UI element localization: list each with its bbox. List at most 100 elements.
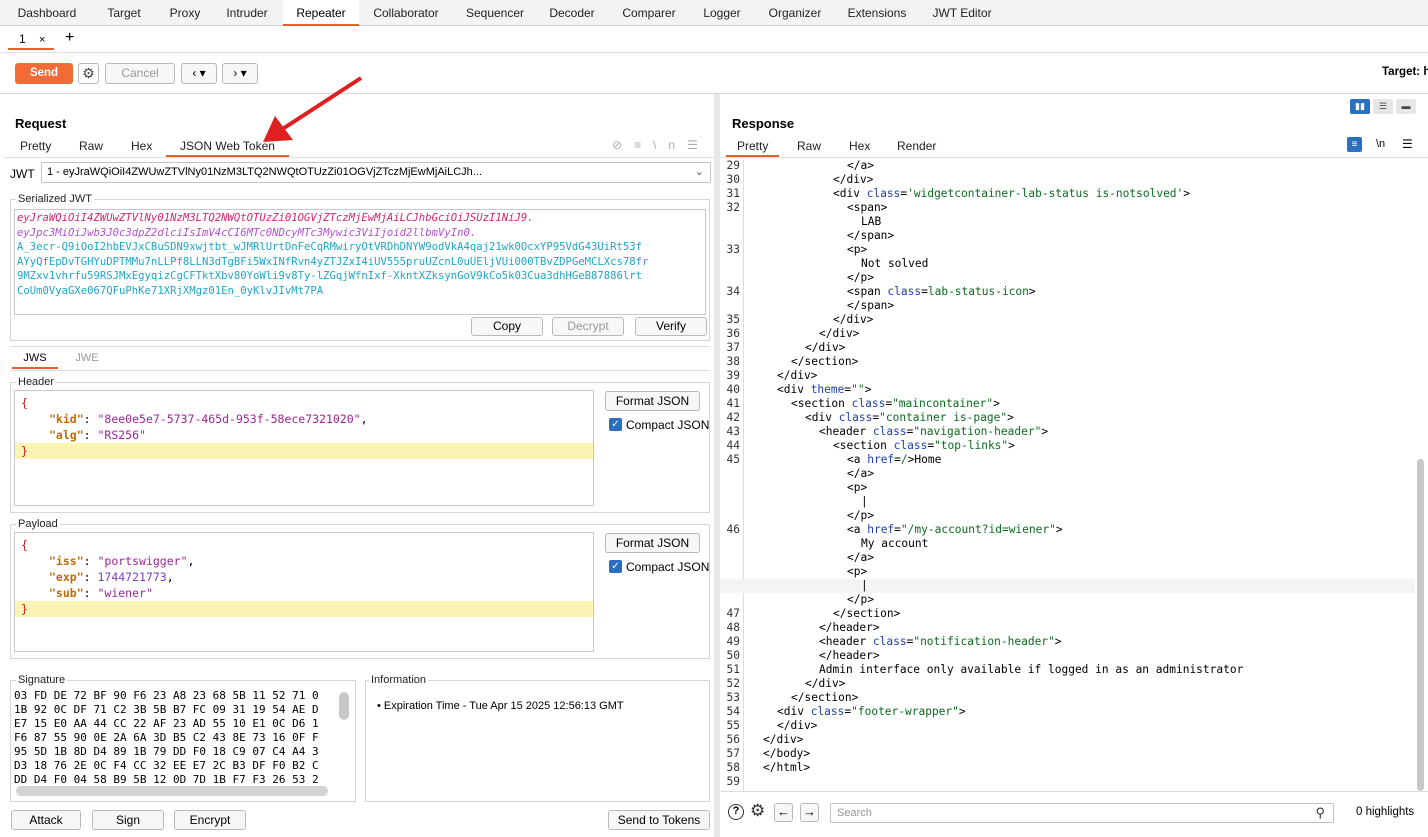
code-token: <div xyxy=(805,411,839,424)
back-history-button[interactable]: ‹ ▾ xyxy=(181,63,217,84)
gear-icon[interactable]: ⚙ xyxy=(750,801,765,821)
split-vertical-icon[interactable]: ☰ xyxy=(1373,99,1393,114)
attack-button[interactable]: Attack xyxy=(11,810,81,830)
close-icon[interactable]: × xyxy=(39,34,45,46)
tab-repeater[interactable]: Repeater xyxy=(283,0,359,26)
tab-dashboard[interactable]: Dashboard xyxy=(7,0,87,26)
code-text: </body> xyxy=(763,747,810,761)
code-line: 59 xyxy=(720,775,1415,789)
code-text: </a> xyxy=(847,551,874,565)
tab-target[interactable]: Target xyxy=(93,0,155,26)
tab-proxy[interactable]: Proxy xyxy=(160,0,210,26)
line-number: 58 xyxy=(726,761,740,774)
code-text: Admin interface only available if logged… xyxy=(819,663,1243,677)
signature-hex-view[interactable]: 03 FD DE 72 BF 90 F6 23 A8 23 68 5B 11 5… xyxy=(12,688,352,784)
tabs-layout-icon[interactable]: ▬ xyxy=(1396,99,1416,114)
menu-icon[interactable]: ☰ xyxy=(1402,137,1413,151)
tab-extensions[interactable]: Extensions xyxy=(837,0,917,26)
tab-pretty[interactable]: Pretty xyxy=(20,139,51,153)
vertical-scrollbar[interactable] xyxy=(1417,459,1424,791)
code-line: 39 </div> xyxy=(720,369,1415,383)
code-token: </div> xyxy=(819,327,860,340)
json-key: "iss" xyxy=(49,554,84,568)
code-token: lab-status-icon xyxy=(927,285,1029,298)
tab-jwt-editor[interactable]: JWT Editor xyxy=(922,0,1002,26)
toolbar: Send ⚙ Cancel ‹ ▾ › ▾ Target: h xyxy=(0,54,1428,94)
json-comma: , xyxy=(166,570,174,584)
hex-row: DD D4 F0 04 58 B9 5B 12 0D 7D 1B F7 F3 2… xyxy=(14,773,319,784)
code-line: 44 <section class="top-links"> xyxy=(720,439,1415,453)
repeater-tab-1[interactable]: 1 × xyxy=(8,30,54,50)
decrypt-button[interactable]: Decrypt xyxy=(552,317,624,336)
tab-decoder[interactable]: Decoder xyxy=(541,0,603,26)
tab-jws[interactable]: JWS xyxy=(12,349,58,369)
code-text: </p> xyxy=(847,509,874,523)
line-number: 33 xyxy=(726,243,740,256)
code-text: </div> xyxy=(777,369,817,383)
verify-button[interactable]: Verify xyxy=(635,317,707,336)
horizontal-scrollbar[interactable] xyxy=(16,786,328,796)
tab-sequencer[interactable]: Sequencer xyxy=(456,0,534,26)
split-horizontal-icon[interactable]: ▮▮ xyxy=(1350,99,1370,114)
cancel-button[interactable]: Cancel xyxy=(105,63,175,84)
code-token: "notification-header" xyxy=(913,635,1055,648)
code-token: Not solved xyxy=(861,257,929,270)
tab-intruder[interactable]: Intruder xyxy=(217,0,277,26)
tab-collaborator[interactable]: Collaborator xyxy=(360,0,452,26)
response-body-viewer[interactable]: 29 </a> 30 </div> 31 <div class='widgetcontai… xyxy=(720,159,1415,791)
format-json-button[interactable]: Format JSON xyxy=(605,533,700,553)
json-colon: : xyxy=(83,554,98,568)
code-token: </div> xyxy=(833,173,874,186)
tab-jwe[interactable]: JWE xyxy=(64,349,110,369)
target-label[interactable]: Target: h xyxy=(1382,66,1428,78)
send-to-tokens-button[interactable]: Send to Tokens xyxy=(608,810,710,830)
forward-history-button[interactable]: › ▾ xyxy=(222,63,258,84)
tab-hex[interactable]: Hex xyxy=(849,139,870,153)
code-text: </section> xyxy=(833,607,900,621)
code-text: </p> xyxy=(847,271,874,285)
search-input[interactable]: Search ⚲ xyxy=(830,803,1334,823)
json-value: 1744721773 xyxy=(97,570,167,584)
tab-hex[interactable]: Hex xyxy=(131,139,152,153)
help-icon[interactable]: ? xyxy=(728,804,744,820)
tab-organizer[interactable]: Organizer xyxy=(760,0,830,26)
code-token: <section xyxy=(791,397,852,410)
checkbox-icon[interactable]: ✓ xyxy=(609,418,622,431)
code-text: <div class="footer-wrapper"> xyxy=(777,705,966,719)
copy-button[interactable]: Copy xyxy=(471,317,543,336)
hide-icon[interactable]: ⊘ xyxy=(612,138,634,152)
jwt-select[interactable]: 1 - eyJraWQiOiI4ZWUwZTVlNy01NzM3LTQ2NWQt… xyxy=(41,162,711,183)
wrap-icon[interactable]: ≡ xyxy=(1347,137,1362,152)
newline-icon[interactable]: \n xyxy=(1376,138,1385,150)
serialized-jwt-text[interactable]: eyJraWQiOiI4ZWUwZTVlNy01NzM3LTQ2NWQtOTUz… xyxy=(14,209,706,315)
header-json-editor[interactable]: {"kid": "8ee0e5e7-5737-465d-953f-58ece73… xyxy=(14,390,594,506)
code-text: </div> xyxy=(805,341,845,355)
checkbox-icon[interactable]: ✓ xyxy=(609,560,622,573)
tab-raw[interactable]: Raw xyxy=(79,139,103,153)
vertical-scrollbar[interactable] xyxy=(339,692,349,720)
add-tab-icon[interactable]: + xyxy=(65,29,74,47)
line-number: 55 xyxy=(726,719,740,732)
code-token: > xyxy=(1055,523,1063,536)
tab-pretty[interactable]: Pretty xyxy=(726,139,780,157)
tab-render[interactable]: Render xyxy=(897,139,936,153)
payload-json-editor[interactable]: {"iss": "portswigger", "exp": 1744721773,… xyxy=(14,532,594,652)
gear-icon[interactable]: ⚙ xyxy=(78,63,99,84)
hex-row: E7 15 E0 AA 44 CC 22 AF 23 AD 55 10 E1 0… xyxy=(14,717,319,730)
code-line: 41 <section class="maincontainer"> xyxy=(720,397,1415,411)
code-token: = xyxy=(921,285,928,298)
wrap-icon[interactable]: ≡ xyxy=(634,138,653,152)
format-json-button[interactable]: Format JSON xyxy=(605,391,700,411)
tab-raw[interactable]: Raw xyxy=(797,139,821,153)
next-match-button[interactable]: → xyxy=(800,803,819,822)
send-button[interactable]: Send xyxy=(15,63,73,84)
code-line: 47 </section> xyxy=(720,607,1415,621)
encrypt-button[interactable]: Encrypt xyxy=(174,810,246,830)
newline-icon[interactable]: \n xyxy=(653,138,687,152)
sign-button[interactable]: Sign xyxy=(92,810,164,830)
tab-comparer[interactable]: Comparer xyxy=(612,0,686,26)
menu-icon[interactable]: ☰ xyxy=(687,138,710,152)
code-token: "maincontainer" xyxy=(892,397,994,410)
tab-logger[interactable]: Logger xyxy=(693,0,751,26)
previous-match-button[interactable]: ← xyxy=(774,803,793,822)
